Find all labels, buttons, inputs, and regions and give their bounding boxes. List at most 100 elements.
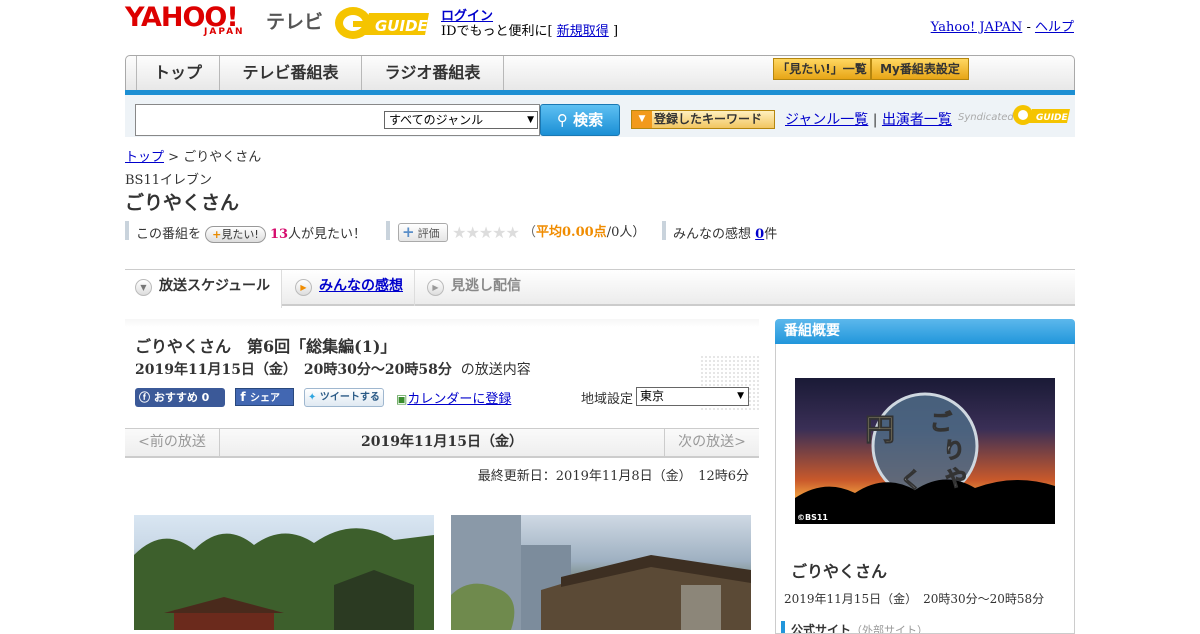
want-stat: この番組を +見たい! 13人が見たい！ — [136, 223, 366, 243]
select-arrow-icon: ▼ — [737, 391, 744, 401]
rating-open: （ — [523, 225, 537, 240]
rate-button-label: 評価 — [417, 227, 440, 240]
temple-photo-illustration — [451, 515, 751, 630]
gguide-logo-icon[interactable]: GUIDE — [333, 5, 433, 41]
program-overview-header: 番組概要 — [775, 319, 1075, 344]
dropdown-triangle-icon: ▼ — [632, 111, 652, 128]
gguide-small-logo-icon: GUIDE — [1013, 105, 1070, 125]
impressions-label: みんなの感想 — [673, 227, 752, 242]
svg-text:GUIDE: GUIDE — [375, 17, 429, 35]
tab-impressions[interactable]: ▶ みんなの感想 — [285, 270, 415, 306]
calendar-register: ▣カレンダーに登録 — [396, 388, 511, 407]
region-label: 地域設定 — [581, 392, 634, 407]
region-select-value: 東京 — [640, 389, 665, 403]
want-list-button[interactable]: 「見たい!」一覧 — [773, 58, 871, 80]
tab-schedule-label: 放送スケジュール — [159, 278, 271, 294]
rate-button[interactable]: + 評価 — [398, 223, 448, 242]
rating-average: 平均0.00点 — [536, 225, 607, 240]
search-links: ジャンル一覧 | 出演者一覧 — [785, 109, 952, 129]
breadcrumb-current: ごりやくさん — [183, 150, 262, 165]
facebook-recommend-button[interactable]: ⓕ おすすめ 0 — [135, 388, 225, 407]
content-tabs: ▼ 放送スケジュール ▶ みんなの感想 ▶ 見逃し配信 — [125, 270, 1075, 308]
program-key-visual: 円 ご り や く — [795, 378, 1055, 524]
episode-datetime-suffix: の放送内容 — [460, 362, 531, 378]
current-broadcast-date: 2019年11月15日（金） — [361, 434, 523, 450]
tv-logo-text[interactable]: テレビ — [266, 7, 323, 34]
my-guide-settings-button[interactable]: My番組表設定 — [871, 58, 969, 80]
program-key-visual-art: 円 ご り や く — [795, 392, 1055, 524]
search-button-label: 検索 — [573, 111, 604, 129]
tweet-label: ツイートする — [319, 392, 380, 403]
svg-text:ご: ご — [930, 410, 952, 436]
tab-streaming[interactable]: ▶ 見逃し配信 — [417, 270, 557, 306]
facebook-recommend-label: おすすめ 0 — [153, 391, 210, 404]
genre-select[interactable]: すべてのジャンル ▼ — [384, 111, 538, 129]
chevron-right-icon: ▶ — [295, 279, 312, 296]
svg-text:く: く — [900, 469, 922, 494]
calendar-register-link[interactable]: カレンダーに登録 — [407, 392, 511, 407]
want-button[interactable]: +見たい! — [205, 226, 266, 243]
next-broadcast-link[interactable]: 次の放送> — [664, 429, 759, 457]
plus-icon: + — [212, 228, 222, 241]
registered-keywords-label: 登録したキーワード — [654, 112, 763, 126]
register-link[interactable]: 新規取得 — [557, 24, 609, 39]
breadcrumb-home[interactable]: トップ — [125, 150, 164, 165]
breadcrumb-separator: > — [168, 150, 180, 165]
official-site-label: 公式サイト — [791, 623, 852, 633]
episode-datetime-value: 2019年11月15日（金） 20時30分～20時58分 — [135, 362, 452, 378]
broadcast-date-nav: <前の放送 2019年11月15日（金） 次の放送> — [125, 428, 759, 458]
svg-text:GUIDE: GUIDE — [1036, 113, 1069, 123]
episode-title: ごりやくさん 第6回「総集編(1)」 — [135, 337, 397, 356]
registered-keywords-button[interactable]: ▼ 登録したキーワード — [631, 110, 775, 129]
rating-stars-icon: ★★★★★ — [452, 223, 520, 242]
search-button[interactable]: ⚲ 検索 — [540, 104, 620, 136]
want-button-label: 見たい! — [221, 228, 259, 241]
select-arrow-icon: ▼ — [527, 115, 534, 125]
official-site-heading: 公式サイト（外部サイト） — [781, 621, 928, 633]
nav-tab-radio-guide[interactable]: ラジオ番組表 — [362, 56, 504, 92]
temple-photo — [451, 515, 751, 630]
yahoo-japan-logo-text: JAPAN — [204, 27, 245, 37]
shrine-photo — [134, 515, 434, 630]
header-link-separator: - — [1026, 20, 1031, 35]
impressions-unit: 件 — [764, 227, 778, 242]
impressions-count-link[interactable]: 0 — [755, 227, 764, 242]
search-icon: ⚲ — [556, 111, 568, 129]
facebook-share-label: シェア — [250, 393, 280, 404]
help-link[interactable]: ヘルプ — [1035, 20, 1074, 35]
tab-streaming-label: 見逃し配信 — [451, 278, 521, 294]
login-description: IDでもっと便利に[ 新規取得 ] — [441, 20, 618, 39]
stat-divider — [125, 221, 129, 240]
performer-list-link[interactable]: 出演者一覧 — [882, 112, 952, 128]
want-suffix: 人が見たい！ — [288, 227, 367, 242]
sidebar-program-title: ごりやくさん — [791, 562, 888, 581]
genre-select-value: すべてのジャンル — [389, 113, 484, 127]
login-desc-prefix: IDでもっと便利に[ — [441, 24, 553, 39]
facebook-share-button[interactable]: f シェア — [235, 388, 294, 406]
region-select[interactable]: 東京 ▼ — [636, 387, 749, 406]
yahoo-japan-link[interactable]: Yahoo! JAPAN — [931, 20, 1023, 35]
tab-broadcast-schedule[interactable]: ▼ 放送スケジュール — [125, 270, 282, 308]
svg-text:り: り — [943, 439, 965, 464]
rating-stat: + 評価 ★★★★★ （平均0.00点/0人） — [398, 221, 645, 242]
top-right-links: Yahoo! JAPAN - ヘルプ — [931, 16, 1074, 35]
stat-divider — [662, 221, 666, 240]
tweet-button[interactable]: ✦ ツイートする — [304, 388, 384, 407]
page-title: ごりやくさん — [125, 192, 240, 214]
plus-icon: + — [402, 223, 415, 241]
facebook-icon: ⓕ — [139, 391, 150, 404]
nav-tab-top[interactable]: トップ — [136, 56, 220, 92]
genre-list-link[interactable]: ジャンル一覧 — [785, 112, 868, 128]
channel-name: BS11イレブン — [125, 173, 213, 188]
previous-broadcast-link[interactable]: <前の放送 — [125, 429, 220, 457]
nav-tab-tv-guide[interactable]: テレビ番組表 — [220, 56, 362, 92]
stat-divider — [386, 221, 390, 240]
login-desc-suffix: ] — [612, 24, 619, 39]
want-count: 13 — [269, 227, 289, 242]
main-nav-bar: トップ テレビ番組表 ラジオ番組表 「見たい!」一覧 My番組表設定 — [125, 55, 1075, 93]
official-site-note: （外部サイト） — [851, 624, 929, 633]
image-credit: ©BS11 — [797, 513, 828, 522]
search-links-divider: | — [872, 112, 878, 128]
facebook-f-icon: f — [240, 390, 246, 404]
sidebar-program-datetime: 2019年11月15日（金） 20時30分～20時58分 — [784, 592, 1045, 606]
